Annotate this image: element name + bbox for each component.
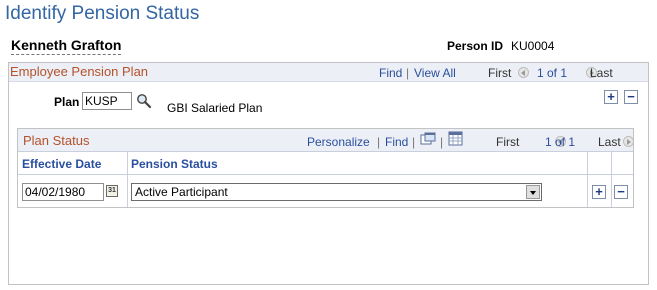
column-divider	[611, 152, 612, 207]
plan-find-link[interactable]: Find	[379, 66, 402, 80]
person-name: Kenneth Grafton	[11, 37, 122, 55]
grid-find-link[interactable]: Find	[385, 135, 408, 149]
delete-row-button[interactable]: −	[614, 185, 628, 199]
new-window-icon[interactable]	[420, 132, 436, 146]
person-id-value: KU0004	[511, 39, 555, 53]
column-header-row	[18, 152, 633, 175]
separator: |	[440, 135, 444, 149]
effective-date-input[interactable]	[22, 183, 104, 201]
add-plan-button[interactable]: +	[604, 90, 618, 104]
grid-first-label: First	[496, 135, 520, 149]
page-title: Identify Pension Status	[5, 3, 200, 24]
pension-status-select[interactable]: Active Participant	[131, 183, 542, 201]
column-divider	[587, 152, 588, 207]
column-divider	[127, 152, 128, 207]
grid-last-label: Last	[598, 135, 621, 149]
column-header-effective-date[interactable]: Effective Date	[22, 157, 101, 171]
plan-description: GBI Salaried Plan	[167, 101, 263, 115]
plan-first-label: First	[488, 66, 512, 80]
separator: |	[412, 135, 416, 149]
separator: |	[377, 135, 381, 149]
plan-input[interactable]	[82, 92, 132, 110]
personalize-link[interactable]: Personalize	[307, 135, 370, 149]
add-row-button[interactable]: +	[592, 185, 606, 199]
employee-pension-plan-title: Employee Pension Plan	[10, 64, 149, 79]
delete-plan-button[interactable]: −	[624, 90, 638, 104]
column-header-pension-status[interactable]: Pension Status	[131, 157, 218, 171]
view-all-link[interactable]: View All	[414, 66, 456, 80]
pension-status-value: Active Participant	[135, 185, 228, 199]
grid-download-icon[interactable]	[448, 131, 463, 146]
separator: |	[406, 66, 410, 80]
minus-icon: −	[627, 89, 635, 104]
plan-label: Plan	[54, 95, 80, 109]
minus-icon: −	[617, 184, 625, 199]
magnifier-icon[interactable]	[136, 93, 152, 109]
plan-last-label: Last	[590, 66, 613, 80]
grid-next-icon[interactable]	[623, 136, 635, 147]
plan-row-count: 1 of 1	[537, 66, 568, 80]
plus-icon: +	[595, 184, 603, 199]
chevron-down-icon[interactable]	[526, 185, 540, 199]
previous-row-icon[interactable]	[518, 67, 529, 78]
plus-icon: +	[607, 89, 615, 104]
calendar-icon[interactable]: 31	[106, 185, 118, 197]
plan-status-title: Plan Status	[23, 133, 90, 148]
grid-row-count: 1 of 1	[545, 135, 576, 149]
person-id-label: Person ID	[447, 39, 504, 53]
